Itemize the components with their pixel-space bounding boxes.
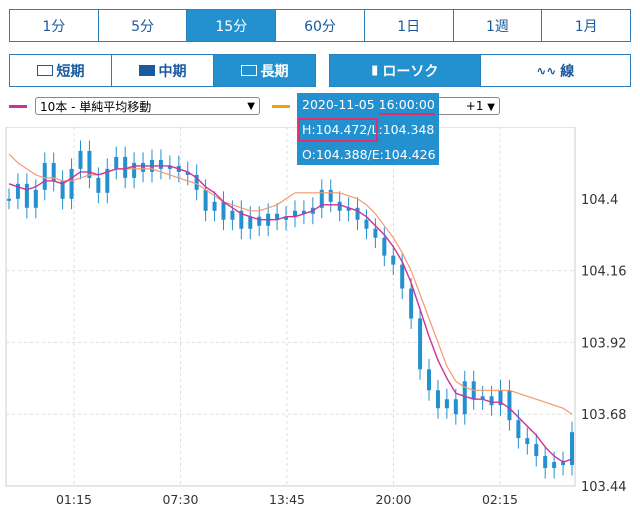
candle-body — [489, 396, 494, 406]
candle-body — [42, 162, 47, 190]
tab-1min[interactable]: 1分 — [10, 10, 99, 41]
candle-body — [87, 150, 92, 178]
candle-body — [69, 168, 74, 199]
candle-body — [409, 288, 414, 319]
arrows-icon — [36, 65, 53, 76]
short-term-label: 短期 — [56, 63, 85, 80]
candle-body — [96, 177, 101, 193]
x-tick-label: 13:45 — [269, 492, 305, 507]
chevron-down-icon: ▼ — [247, 100, 255, 112]
line-label: 線 — [560, 63, 575, 80]
range-buttons: 短期 中期 長期 — [9, 54, 316, 87]
x-tick-label: 07:30 — [162, 492, 198, 507]
candle-body — [123, 156, 128, 178]
square-icon — [138, 65, 155, 76]
candle-body — [328, 189, 333, 202]
line-button[interactable]: ∿∿ 線 — [480, 55, 630, 86]
candle-body — [230, 210, 235, 220]
ma1-select-value: 10本 - 単純平均移動 — [40, 99, 152, 114]
long-term-label: 長期 — [260, 63, 289, 80]
plot-area — [5, 127, 576, 487]
candle-body — [132, 162, 137, 178]
candle-body — [400, 264, 405, 289]
y-tick-label: 104.4 — [581, 193, 618, 208]
candle-body — [435, 390, 440, 409]
x-tick-label: 20:00 — [375, 492, 411, 507]
price-tooltip: 2020-11-05 16:00:00 H:104.472/L:104.348 … — [297, 93, 439, 165]
candle-body — [248, 216, 253, 229]
candle-body — [453, 399, 458, 415]
candle-body — [525, 438, 530, 445]
candle-body — [203, 189, 208, 211]
candle-body — [516, 420, 521, 439]
y-tick-label: 103.68 — [581, 408, 627, 423]
timeframe-tabs: 1分 5分 15分 60分 1日 1週 1月 — [9, 9, 631, 42]
high-highlight — [298, 118, 378, 142]
mid-term-button[interactable]: 中期 — [112, 55, 214, 86]
y-tick-label: 103.92 — [581, 336, 627, 351]
candle-body — [364, 219, 369, 229]
tab-1month[interactable]: 1月 — [542, 10, 631, 41]
line-chart-icon: ∿∿ — [536, 63, 557, 78]
tooltip-open-close: O:104.388/E:104.426 — [302, 147, 436, 162]
tab-5min[interactable]: 5分 — [98, 10, 188, 41]
candlestick-icon: ▮ — [371, 63, 379, 78]
x-tick-label: 01:15 — [56, 492, 92, 507]
candle-body — [7, 198, 11, 201]
candle-body — [33, 189, 38, 208]
candle-body — [373, 228, 378, 238]
candle-body — [158, 159, 163, 169]
tab-15min[interactable]: 15分 — [187, 10, 277, 41]
ma1-swatch — [9, 104, 27, 108]
ma1-select[interactable]: 10本 - 単純平均移動 ▼ — [35, 97, 260, 115]
tooltip-low: L:104.348 — [371, 122, 435, 137]
candlestick-label: ローソク — [382, 63, 439, 80]
style-buttons: ▮ ローソク ∿∿ 線 — [329, 54, 631, 87]
tab-60min[interactable]: 60分 — [276, 10, 365, 41]
candle-body — [257, 216, 262, 226]
candle-body — [24, 183, 29, 208]
y-tick-label: 104.16 — [581, 265, 627, 280]
time-highlight — [379, 96, 435, 115]
candle-body — [391, 255, 396, 265]
candle-body — [78, 150, 83, 169]
ma2-swatch — [272, 104, 290, 108]
short-term-button[interactable]: 短期 — [10, 55, 112, 86]
candle-body — [543, 456, 548, 469]
candle-body — [355, 207, 360, 220]
expand-icon — [240, 65, 257, 76]
ma2-select-value-right: +1 ▼ — [465, 99, 495, 113]
candle-body — [221, 201, 226, 220]
candle-body — [212, 201, 217, 211]
candle-body — [382, 237, 387, 256]
x-tick-label: 02:15 — [482, 492, 518, 507]
candle-body — [427, 369, 432, 391]
candle-body — [444, 399, 449, 409]
candle-body — [507, 390, 512, 421]
chevron-down-icon: ▼ — [487, 102, 495, 113]
tab-1week[interactable]: 1週 — [453, 10, 543, 41]
price-chart[interactable]: 104.4 104.16 103.92 103.68 103.44 01:15 07:30 1… — [0, 127, 640, 518]
mid-term-label: 中期 — [158, 63, 187, 80]
candle-body — [534, 444, 539, 457]
candle-body — [141, 162, 146, 172]
candlestick-button[interactable]: ▮ ローソク — [330, 55, 481, 86]
candle-body — [418, 318, 423, 370]
candle-body — [552, 462, 557, 469]
candle-body — [114, 156, 119, 169]
y-tick-label: 103.44 — [581, 480, 627, 495]
long-term-button[interactable]: 長期 — [214, 55, 315, 86]
candle-body — [337, 201, 342, 211]
tab-1day[interactable]: 1日 — [364, 10, 454, 41]
